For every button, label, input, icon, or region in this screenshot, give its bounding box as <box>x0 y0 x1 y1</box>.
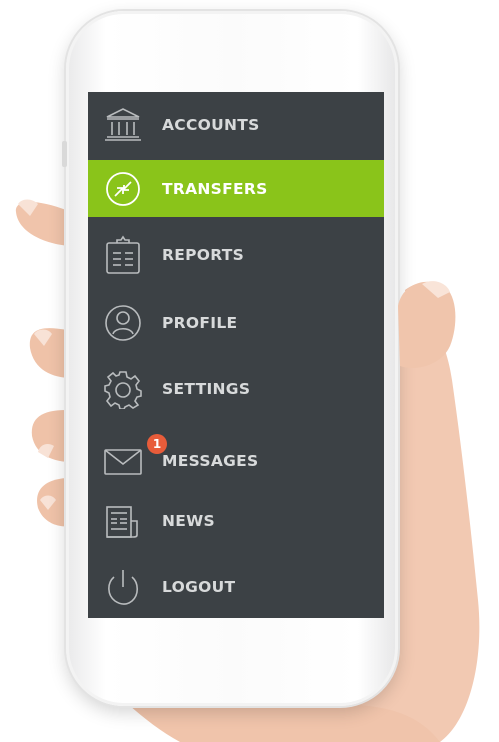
menu-item-logout[interactable]: LOGOUT <box>88 558 384 616</box>
menu-label-accounts: ACCOUNTS <box>162 116 260 134</box>
side-menu: ACCOUNTS TRANSFERS REPORTS PROFILE SETTI… <box>88 92 384 618</box>
menu-label-news: NEWS <box>162 512 216 530</box>
transfer-arrows-icon <box>102 168 144 210</box>
user-icon <box>102 302 144 344</box>
menu-label-logout: LOGOUT <box>162 578 236 596</box>
menu-item-reports[interactable]: REPORTS <box>88 226 384 284</box>
side-button <box>62 141 67 167</box>
menu-label-profile: PROFILE <box>162 314 238 332</box>
power-icon <box>102 566 144 608</box>
menu-item-news[interactable]: NEWS <box>88 492 384 550</box>
menu-item-settings[interactable]: SETTINGS <box>88 360 384 418</box>
menu-item-profile[interactable]: PROFILE <box>88 294 384 352</box>
thumb-image <box>398 281 456 368</box>
menu-label-settings: SETTINGS <box>162 380 251 398</box>
menu-label-messages: MESSAGES <box>162 452 259 470</box>
notification-badge: 1 <box>147 434 167 454</box>
clipboard-icon <box>102 234 144 276</box>
menu-item-accounts[interactable]: ACCOUNTS <box>88 96 384 154</box>
envelope-icon: 1 <box>102 434 167 482</box>
menu-item-transfers[interactable]: TRANSFERS <box>88 160 384 217</box>
gear-icon <box>102 368 144 410</box>
menu-label-reports: REPORTS <box>162 246 245 264</box>
newspaper-icon <box>102 500 144 542</box>
bank-icon <box>102 104 144 146</box>
menu-item-messages[interactable]: 1 MESSAGES <box>88 432 384 490</box>
menu-label-transfers: TRANSFERS <box>162 179 268 198</box>
